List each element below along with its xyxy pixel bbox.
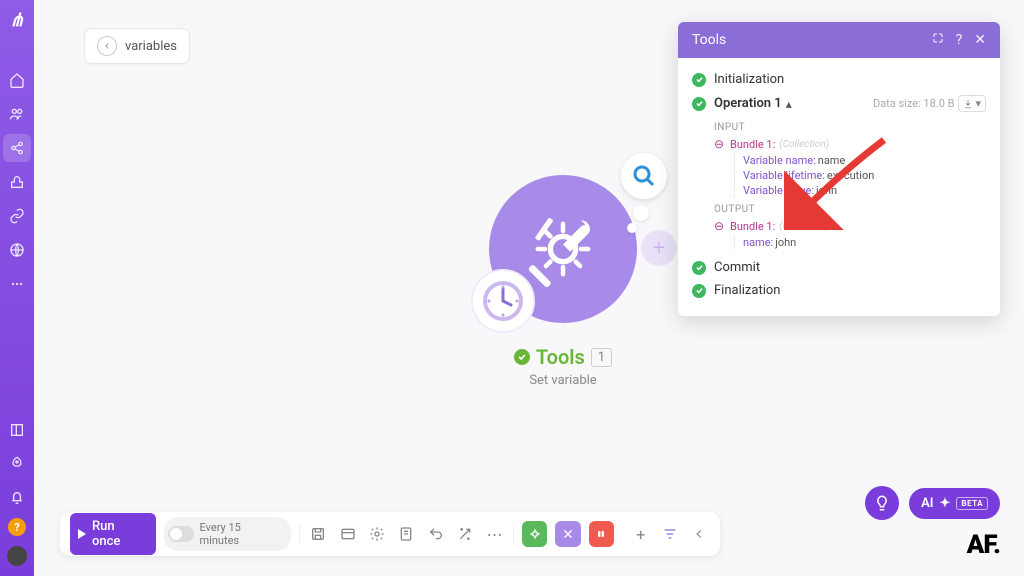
watermark-logo: AF. [967,530,1000,560]
nav-plugin-icon[interactable] [3,168,31,196]
more-icon[interactable]: ⋯ [484,523,505,545]
output-bundle-1[interactable]: ⊖ Bundle 1: (Collection) [714,217,986,235]
chevron-left-icon[interactable] [689,523,710,545]
check-icon [692,284,706,298]
bottom-toolbar: Run once Every 15 minutes ⋯ + [60,512,720,556]
check-icon [692,97,706,111]
check-icon [692,261,706,275]
explain-flow-button[interactable] [522,521,547,547]
ai-assist-button[interactable]: AI ✦ BETA [909,488,1000,519]
execution-panel: Tools ? ✕ Initialization Operation 1 ▴ D… [678,22,1000,316]
stage-commit[interactable]: Commit [692,256,986,279]
input-bundle-1[interactable]: ⊖ Bundle 1: (Collection) [714,135,986,153]
thought-dot [627,223,637,233]
nav-bell-icon[interactable] [3,484,31,512]
module-circle[interactable]: + [489,175,637,323]
module-title: Tools [536,345,585,369]
stop-button[interactable] [589,521,614,547]
nav-share-icon[interactable] [3,134,31,162]
settings-icon[interactable] [366,523,387,545]
nav-link-icon[interactable] [3,202,31,230]
output-section-label: OUTPUT [714,204,986,215]
panel-title: Tools [692,32,726,48]
module-op-count: 1 [591,348,612,367]
collapse-icon[interactable]: ⊖ [714,137,726,151]
nav-team-icon[interactable] [3,100,31,128]
grid-icon[interactable] [337,523,358,545]
kv-output-name: name:john [734,235,986,250]
user-avatar[interactable] [7,546,27,566]
kv-variable-lifetime: Variable lifetime:execution [734,168,986,183]
add-icon[interactable]: + [630,523,651,545]
schedule-pill[interactable]: Every 15 minutes [164,517,290,551]
divider [513,523,514,545]
divider [299,523,300,545]
panel-body: Initialization Operation 1 ▴ Data size: … [678,58,1000,316]
download-button[interactable]: ▾ [958,95,986,112]
stage-finalization[interactable]: Finalization [692,279,986,302]
add-module-handle[interactable]: + [641,230,677,266]
nav-globe-icon[interactable] [3,236,31,264]
module-title-row: Tools 1 [489,345,637,369]
filter-icon[interactable] [659,523,680,545]
auto-align-button[interactable] [555,521,580,547]
notes-icon[interactable] [396,523,417,545]
help-icon[interactable]: ? [956,32,963,48]
input-section-label: INPUT [714,122,986,133]
tools-icon [518,204,608,294]
inspect-bubble-icon[interactable] [621,153,667,199]
kv-variable-name: Variable name:name [734,153,986,168]
save-icon[interactable] [308,523,329,545]
sparkle-icon: ✦ [939,496,950,511]
nav-home-icon[interactable] [3,66,31,94]
nav-help-icon[interactable]: ? [8,518,26,536]
module-subtitle: Set variable [489,373,637,388]
nav-book-icon[interactable] [3,416,31,444]
beta-badge: BETA [956,497,988,510]
expand-icon[interactable] [932,32,944,48]
nav-rocket-icon[interactable] [3,450,31,478]
chevron-up-icon: ▴ [786,97,792,111]
clock-badge-icon[interactable] [471,269,535,333]
assist-cluster: AI ✦ BETA [865,486,1000,520]
collapse-icon[interactable]: ⊖ [714,219,726,233]
schedule-toggle[interactable] [168,526,193,542]
nav-more-icon[interactable] [3,270,31,298]
magic-icon[interactable] [454,523,475,545]
play-icon [78,529,86,539]
data-size-label: Data size: 18.0 B [873,97,955,110]
success-check-icon [514,349,530,365]
left-sidebar: ⋔ ? [0,0,34,576]
check-icon [692,73,706,87]
thought-dot [633,205,649,221]
close-icon[interactable]: ✕ [974,32,986,48]
panel-header[interactable]: Tools ? ✕ [678,22,1000,58]
stage-initialization[interactable]: Initialization [692,68,986,91]
tools-module-node[interactable]: + Tools 1 Set variable [489,175,637,388]
app-logo: ⋔ [9,10,24,31]
run-once-button[interactable]: Run once [70,513,156,555]
hint-button[interactable] [865,486,899,520]
kv-variable-value: Variable value:john [734,183,986,198]
schedule-label: Every 15 minutes [200,521,281,547]
stage-operation-1[interactable]: Operation 1 ▴ Data size: 18.0 B ▾ [692,91,986,116]
undo-icon[interactable] [425,523,446,545]
